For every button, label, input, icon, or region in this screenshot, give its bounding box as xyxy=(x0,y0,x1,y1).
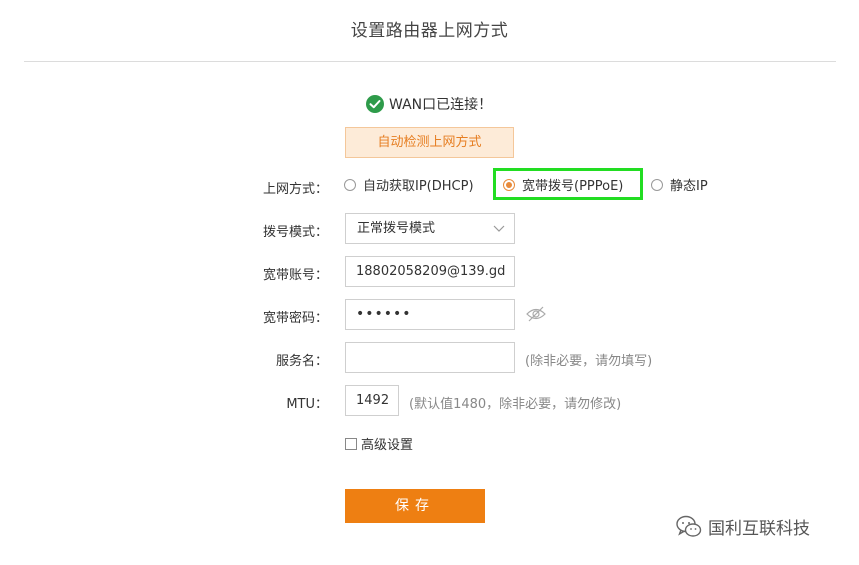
watermark: 国利互联科技 xyxy=(676,514,810,539)
save-button[interactable]: 保存 xyxy=(345,489,485,523)
wechat-icon xyxy=(676,515,702,537)
service-name-input[interactable] xyxy=(345,342,515,373)
mtu-label: MTU： xyxy=(286,397,328,412)
pppoe-highlight-box xyxy=(493,168,643,200)
eye-hidden-icon[interactable] xyxy=(526,306,546,322)
service-name-label: 服务名： xyxy=(275,354,328,369)
radio-static-ip[interactable]: 静态IP xyxy=(651,175,708,194)
mtu-hint: (默认值1480，除非必要，请勿修改) xyxy=(409,397,622,412)
chevron-down-icon xyxy=(493,225,505,232)
account-label: 宽带账号： xyxy=(262,268,328,283)
advanced-settings-checkbox[interactable] xyxy=(345,437,357,450)
dial-mode-select[interactable]: 正常拨号模式 xyxy=(345,213,515,244)
radio-dhcp[interactable]: 自动获取IP(DHCP) xyxy=(344,175,474,194)
advanced-settings-toggle[interactable]: 高级设置 xyxy=(345,434,413,453)
radio-dhcp-label: 自动获取IP(DHCP) xyxy=(363,179,474,194)
page-title: 设置路由器上网方式 xyxy=(350,21,509,41)
account-input[interactable] xyxy=(345,256,515,287)
check-circle-icon xyxy=(366,95,384,113)
auto-detect-button[interactable]: 自动检测上网方式 xyxy=(345,127,514,158)
wan-status-text: WAN口已连接！ xyxy=(389,97,493,113)
radio-static-ip-label: 静态IP xyxy=(670,179,708,194)
radio-static-ip-circle[interactable] xyxy=(651,178,663,191)
mtu-input[interactable]: 1492 xyxy=(345,385,399,416)
radio-dhcp-circle[interactable] xyxy=(344,178,356,191)
watermark-text: 国利互联科技 xyxy=(708,519,810,539)
dial-mode-value: 正常拨号模式 xyxy=(357,221,436,236)
dial-mode-label: 拨号模式： xyxy=(262,225,328,240)
header-divider xyxy=(24,61,836,62)
password-label: 宽带密码： xyxy=(262,311,328,326)
password-input[interactable]: •••••• xyxy=(345,299,515,330)
service-name-hint: (除非必要，请勿填写) xyxy=(525,354,653,369)
connection-type-label: 上网方式： xyxy=(262,182,328,197)
wan-status: WAN口已连接！ xyxy=(366,94,492,114)
advanced-settings-label: 高级设置 xyxy=(361,438,414,453)
